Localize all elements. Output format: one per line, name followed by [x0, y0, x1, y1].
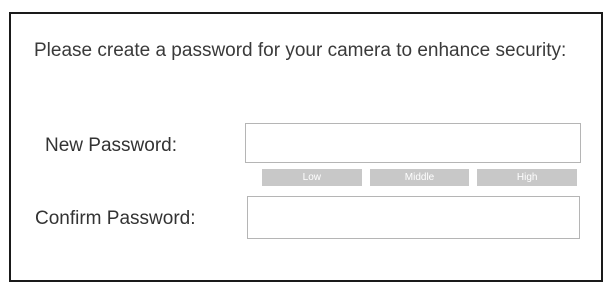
- confirm-password-label: Confirm Password:: [35, 208, 196, 229]
- new-password-input[interactable]: [245, 123, 581, 163]
- strength-high-segment: High: [477, 169, 578, 186]
- confirm-password-input[interactable]: [247, 196, 580, 239]
- strength-low-segment: Low: [262, 169, 362, 186]
- security-prompt-text: Please create a password for your camera…: [34, 40, 567, 61]
- password-setup-panel: Please create a password for your camera…: [9, 12, 603, 282]
- strength-middle-segment: Middle: [369, 169, 470, 186]
- password-strength-meter: Low Middle High: [262, 169, 578, 186]
- new-password-label: New Password:: [45, 135, 177, 156]
